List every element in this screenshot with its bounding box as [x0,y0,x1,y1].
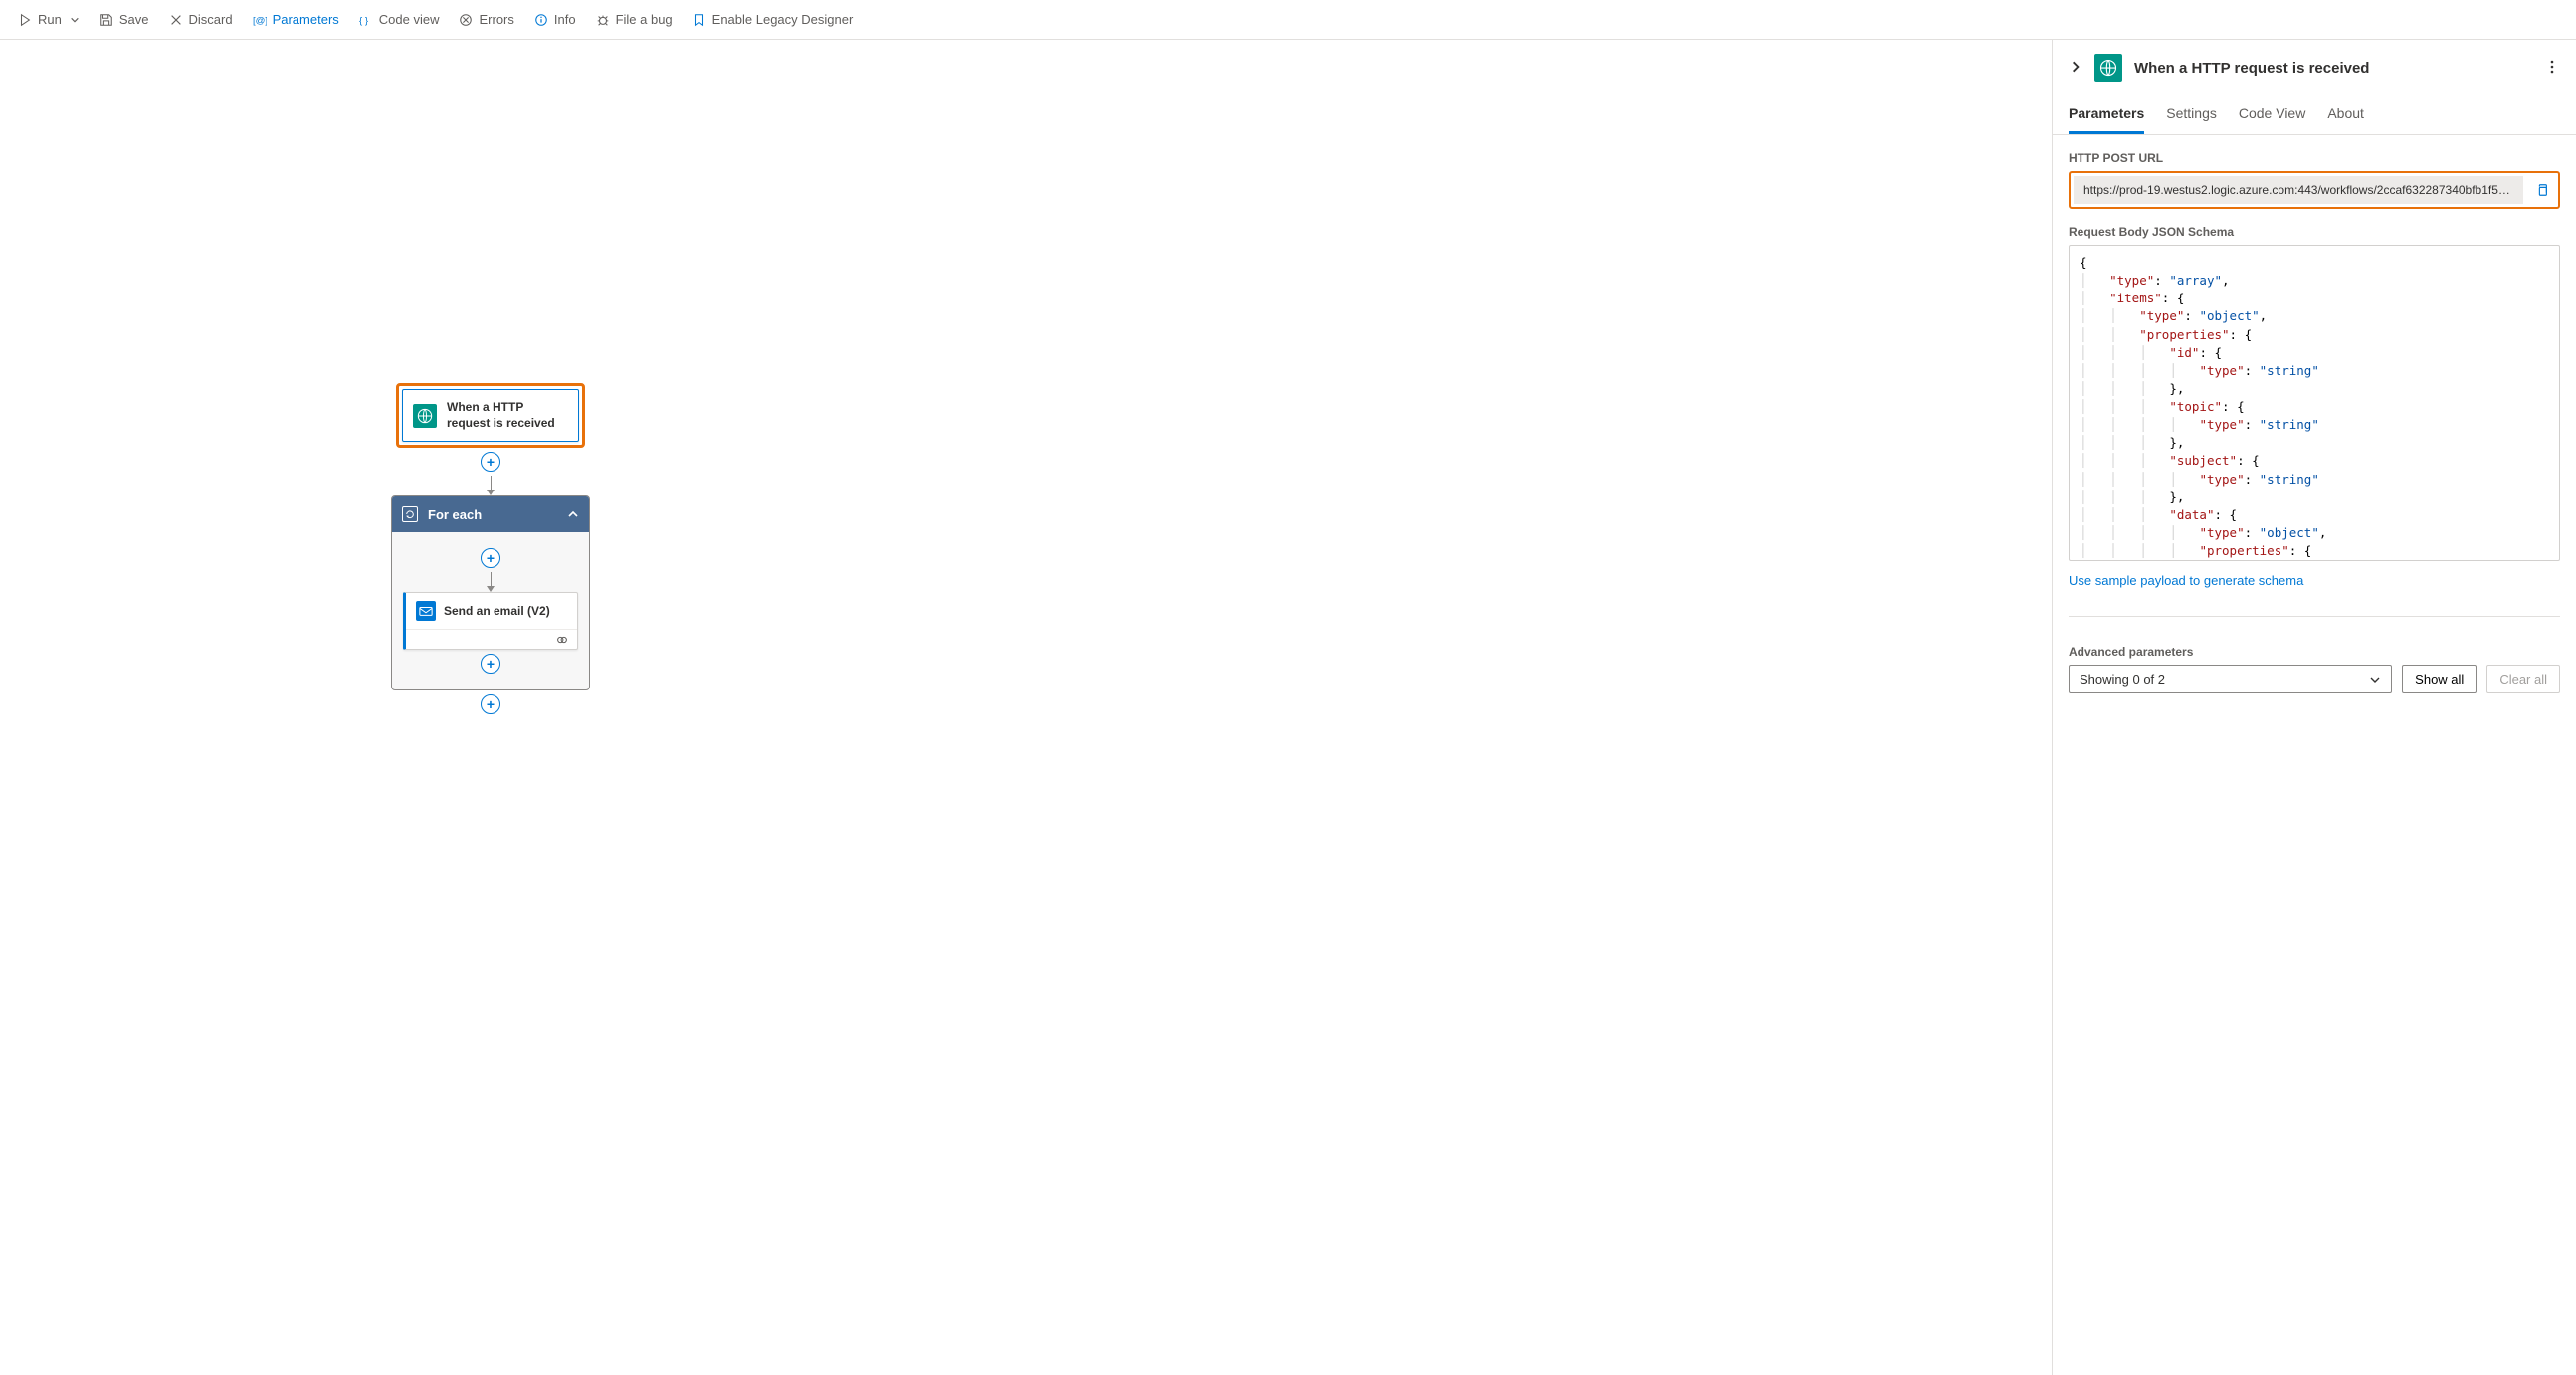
advanced-params-label: Advanced parameters [2069,645,2560,659]
play-icon [18,13,32,27]
error-icon [459,13,473,27]
panel-title: When a HTTP request is received [2134,60,2532,77]
url-field-label: HTTP POST URL [2069,151,2560,165]
loop-icon [402,506,418,522]
save-label: Save [119,12,149,27]
trigger-label: When a HTTP request is received [447,400,568,431]
add-step-button-inner-top[interactable] [481,548,500,568]
chevron-down-icon [2369,674,2381,686]
bookmark-icon [693,13,706,27]
tab-about[interactable]: About [2327,96,2364,134]
errors-label: Errors [479,12,513,27]
more-vertical-icon [2544,59,2560,75]
file-bug-label: File a bug [616,12,673,27]
clear-all-button[interactable]: Clear all [2486,665,2560,693]
foreach-container: For each Send an email (V2) [391,495,590,690]
chevron-up-icon[interactable] [567,508,579,520]
copy-icon [2535,183,2549,197]
tab-code-view[interactable]: Code View [2239,96,2305,134]
discard-button[interactable]: Discard [159,0,243,39]
bug-icon [596,13,610,27]
tab-parameters[interactable]: Parameters [2069,96,2144,134]
add-step-button-bottom[interactable] [481,694,500,714]
action-label: Send an email (V2) [444,604,550,618]
code-view-button[interactable]: { } Code view [349,0,450,39]
action-card-send-email[interactable]: Send an email (V2) [403,592,578,650]
url-input[interactable]: https://prod-19.westus2.logic.azure.com:… [2074,176,2523,204]
trigger-highlight: When a HTTP request is received [396,383,585,448]
panel-tabs: Parameters Settings Code View About [2053,96,2576,135]
parameters-button[interactable]: [@] Parameters [243,0,349,39]
code-view-label: Code view [379,12,440,27]
run-label: Run [38,12,62,27]
designer-canvas[interactable]: When a HTTP request is received For each [0,40,2052,1375]
show-all-button[interactable]: Show all [2402,665,2477,693]
advanced-select-value: Showing 0 of 2 [2080,672,2165,687]
foreach-header[interactable]: For each [392,496,589,532]
save-button[interactable]: Save [90,0,159,39]
foreach-label: For each [428,507,482,522]
add-step-button-inner-bottom[interactable] [481,654,500,674]
info-label: Info [554,12,576,27]
schema-editor[interactable]: {│ "type": "array",│ "items": {│ │ "type… [2069,245,2560,561]
errors-button[interactable]: Errors [449,0,523,39]
parameters-label: Parameters [273,12,339,27]
tab-settings[interactable]: Settings [2166,96,2217,134]
add-step-button[interactable] [481,452,500,472]
run-button[interactable]: Run [8,0,90,39]
connector-arrow-inner [487,572,495,592]
chevron-down-icon [70,15,80,25]
outlook-icon [416,601,436,621]
http-request-icon [2094,54,2122,82]
foreach-body: Send an email (V2) [392,532,589,689]
copy-url-button[interactable] [2529,177,2555,203]
svg-text:{ }: { } [359,15,369,26]
info-icon [534,13,548,27]
discard-label: Discard [189,12,233,27]
chevron-right-icon [2069,60,2082,74]
braces-icon: { } [359,13,373,27]
panel-more-button[interactable] [2544,59,2560,78]
http-request-icon [413,404,437,428]
connector-arrow [487,476,495,495]
advanced-params-select[interactable]: Showing 0 of 2 [2069,665,2392,693]
panel-body: HTTP POST URL https://prod-19.westus2.lo… [2053,135,2576,709]
schema-field-label: Request Body JSON Schema [2069,225,2560,239]
svg-text:[@]: [@] [253,15,267,26]
connection-icon[interactable] [555,633,569,647]
file-bug-button[interactable]: File a bug [586,0,683,39]
toolbar: Run Save Discard [@] Parameters { } Code… [0,0,2576,40]
collapse-panel-button[interactable] [2069,60,2082,77]
sample-payload-link[interactable]: Use sample payload to generate schema [2069,573,2560,588]
workflow-flow: When a HTTP request is received For each [391,383,590,718]
parameters-icon: [@] [253,13,267,27]
advanced-params-row: Showing 0 of 2 Show all Clear all [2069,665,2560,693]
legacy-label: Enable Legacy Designer [712,12,854,27]
url-field-highlight: https://prod-19.westus2.logic.azure.com:… [2069,171,2560,209]
panel-header: When a HTTP request is received [2053,40,2576,96]
x-icon [169,13,183,27]
trigger-card[interactable]: When a HTTP request is received [402,389,579,442]
save-icon [99,13,113,27]
properties-panel: When a HTTP request is received Paramete… [2052,40,2576,1375]
legacy-designer-button[interactable]: Enable Legacy Designer [683,0,864,39]
info-button[interactable]: Info [524,0,586,39]
section-divider [2069,616,2560,617]
action-footer [406,629,577,649]
